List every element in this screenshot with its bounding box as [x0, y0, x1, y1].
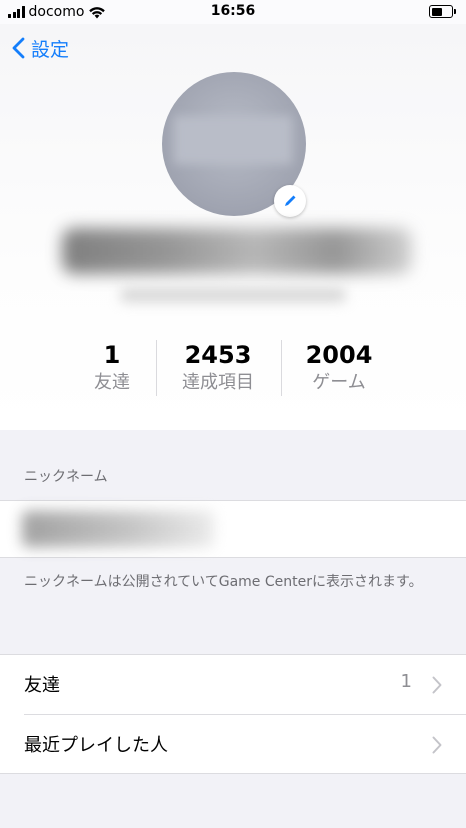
- row-value: 1: [400, 671, 412, 692]
- list-item-recent-players[interactable]: 最近プレイした人: [0, 715, 466, 774]
- back-button[interactable]: 設定: [12, 36, 70, 61]
- nickname-value-blurred: [22, 511, 214, 547]
- stat-divider: [281, 340, 282, 396]
- stat-label: ゲーム: [312, 372, 366, 393]
- back-label: 設定: [31, 38, 70, 61]
- chevron-right-icon: [432, 736, 442, 754]
- status-time: 16:56: [210, 3, 256, 19]
- edit-avatar-button[interactable]: [274, 185, 306, 217]
- stat-value: 1: [103, 341, 121, 369]
- pencil-icon: [285, 195, 296, 206]
- player-name-blurred: [62, 228, 412, 274]
- stats-row: 1 友達 2453 達成項目 2004 ゲーム: [0, 340, 466, 400]
- row-label: 友達: [24, 675, 60, 696]
- stat-label: 達成項目: [182, 372, 254, 393]
- nickname-section-header: ニックネーム: [24, 469, 108, 485]
- nickname-footer-note: ニックネームは公開されていてGame Centerに表示されます。: [24, 574, 423, 590]
- player-subtitle-blurred: [120, 288, 346, 302]
- avatar-image-blurred: [174, 116, 292, 164]
- list-group: 友達 1 最近プレイした人: [0, 654, 466, 774]
- stat-divider: [156, 340, 157, 396]
- back-chevron-icon: [12, 37, 25, 59]
- chevron-right-icon: [432, 676, 442, 694]
- stat-friends[interactable]: 1 友達: [62, 340, 162, 396]
- nickname-field[interactable]: [0, 500, 466, 558]
- status-bar: docomo 16:56: [0, 0, 466, 24]
- stat-value: 2004: [305, 341, 373, 369]
- stat-label: 友達: [94, 372, 130, 393]
- stat-achievements[interactable]: 2453 達成項目: [162, 340, 274, 396]
- battery-icon: [429, 5, 456, 18]
- list-item-friends[interactable]: 友達 1: [0, 655, 466, 714]
- row-label: 最近プレイした人: [24, 735, 168, 756]
- stat-games[interactable]: 2004 ゲーム: [283, 340, 395, 396]
- stat-value: 2453: [184, 341, 252, 369]
